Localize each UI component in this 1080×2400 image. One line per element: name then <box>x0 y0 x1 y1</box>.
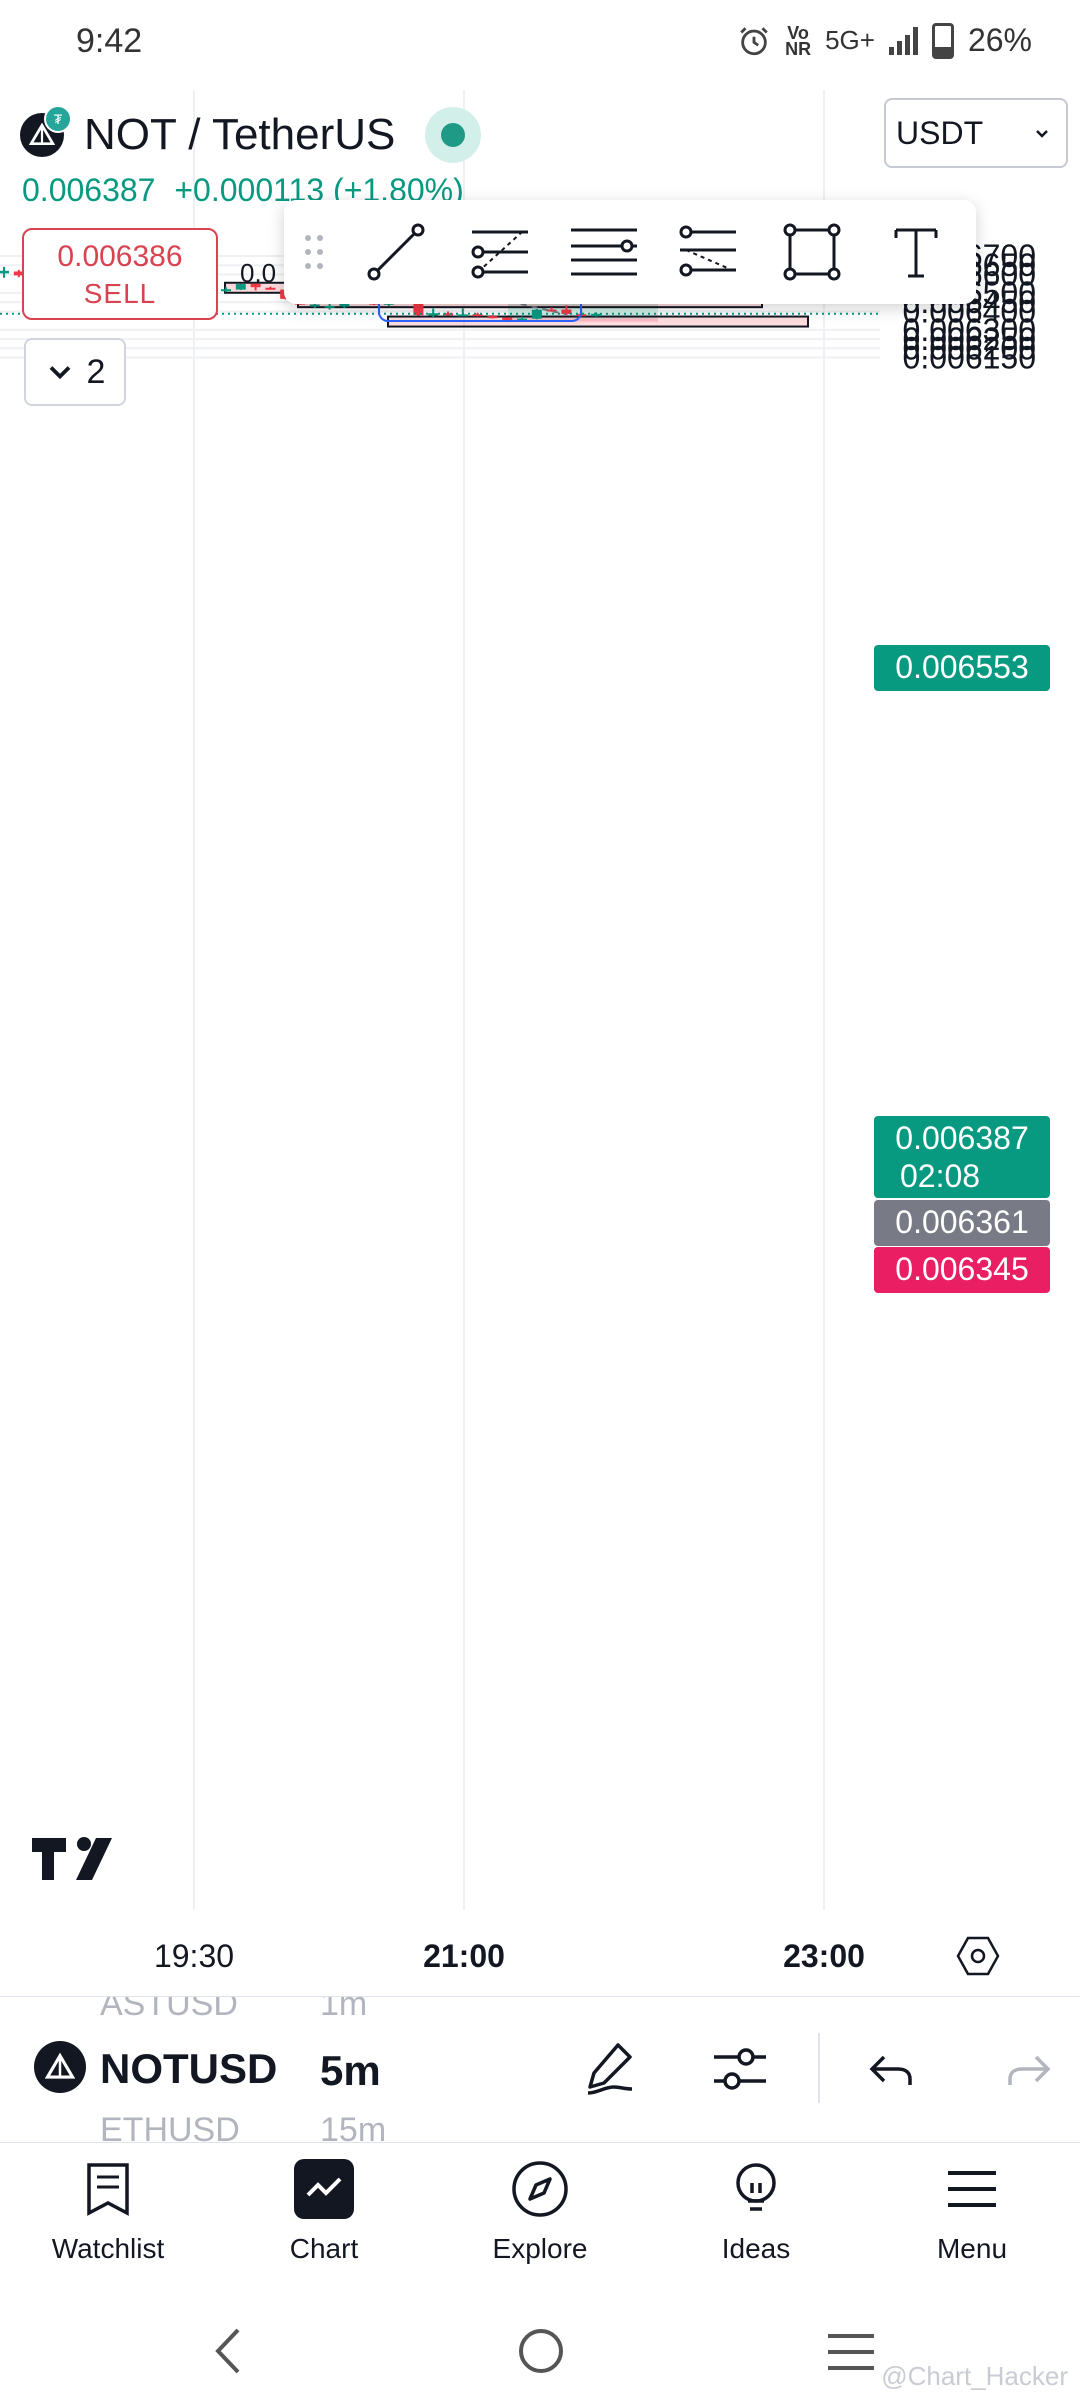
fib-retracement-icon <box>471 230 528 279</box>
hamburger-icon <box>942 2159 1002 2219</box>
watchlist-icon <box>78 2159 138 2219</box>
symbol-logo-icon <box>34 2041 86 2093</box>
collapse-count: 2 <box>86 352 106 391</box>
currency-value: USDT <box>896 114 984 151</box>
nav-label: Chart <box>289 2233 359 2264</box>
interval-wheel-next[interactable]: 15m <box>320 2111 386 2143</box>
nav-explore[interactable]: Explore <box>440 2159 640 2265</box>
grid-lines <box>0 90 880 1910</box>
horizontal-lines-icon <box>571 228 637 276</box>
trend-line-icon <box>367 223 425 281</box>
signal-icon <box>888 26 918 55</box>
horizontal-lines-tool[interactable] <box>552 200 656 304</box>
stop-price-tag-text: 0.006345 <box>895 1251 1028 1287</box>
sell-price: 0.006386 <box>57 240 183 273</box>
redo-icon[interactable] <box>1000 2041 1056 2097</box>
nav-label: Menu <box>936 2233 1008 2264</box>
time-axis[interactable]: 19:30 21:00 23:00 <box>0 1910 1080 2000</box>
watermark: @Chart_Hacker <box>881 2361 1068 2391</box>
interval-wheel-prev[interactable]: 1m <box>320 1997 367 2024</box>
nav-chart[interactable]: Chart <box>224 2159 424 2265</box>
nav-label: Ideas <box>721 2233 791 2264</box>
nav-ideas[interactable]: Ideas <box>656 2159 856 2265</box>
chart-bottom-toolbar: ASTUSD 1m NOTUSD 5m ETHUSD 15m <box>0 1996 1080 2143</box>
battery-icon <box>931 22 954 59</box>
sell-button[interactable]: 0.006386 SELL <box>22 228 218 320</box>
chevron-down-icon <box>49 366 70 380</box>
lightbulb-icon <box>726 2159 786 2219</box>
symbol-name[interactable]: NOT / TetherUS <box>84 110 395 160</box>
undo-icon[interactable] <box>864 2041 920 2097</box>
logo-part <box>32 1838 66 1880</box>
symbol-header[interactable]: ₮ NOT / TetherUS <box>20 100 482 170</box>
time-label: 21:00 <box>423 1938 505 1974</box>
market-open-indicator[interactable] <box>425 107 482 163</box>
nav-watchlist[interactable]: Watchlist <box>8 2159 208 2265</box>
pen-icon[interactable] <box>578 2037 642 2101</box>
time-label: 19:30 <box>153 1938 235 1974</box>
text-tool[interactable] <box>864 200 968 304</box>
stop-price-tag: 0.006345 <box>874 1247 1050 1293</box>
network-type: 5G+ <box>825 25 875 55</box>
interval-selector[interactable]: 5m <box>320 2047 381 2095</box>
candle-body <box>0 270 9 274</box>
alarm-icon <box>740 26 768 55</box>
volte-tag: Vo NR <box>785 22 812 59</box>
logo-part <box>77 1837 91 1851</box>
trend-line-tool[interactable] <box>344 200 448 304</box>
chevron-down-icon <box>1036 130 1048 138</box>
drawing-toolbar <box>284 200 976 304</box>
symbol-wheel-next[interactable]: ETHUSD <box>100 2111 240 2143</box>
last-price: 0.006387 <box>22 172 156 208</box>
candle-body <box>221 289 231 292</box>
tether-badge-icon: ₮ <box>44 105 72 133</box>
chart-icon <box>294 2159 354 2219</box>
system-nav-bar: @Chart_Hacker <box>0 2302 1080 2400</box>
tradingview-logo-icon <box>32 1837 112 1880</box>
current-price-tag-text: 0.006387 <box>895 1120 1028 1156</box>
entry-price-tag-text: 0.006361 <box>895 1204 1028 1240</box>
symbol-selector[interactable]: NOTUSD <box>100 2045 277 2093</box>
candle-body <box>324 305 335 308</box>
rectangle-tool[interactable] <box>760 200 864 304</box>
chart-settings-icon[interactable] <box>956 1934 1000 1978</box>
nav-label: Watchlist <box>51 2233 165 2264</box>
buy-price-peek: 0.0 <box>240 258 277 288</box>
sell-label: SELL <box>83 278 157 309</box>
currency-select[interactable]: USDT <box>884 98 1068 168</box>
status-time: 9:42 <box>76 22 143 60</box>
pitchfork-icon <box>679 225 736 277</box>
pitchfork-tool[interactable] <box>656 200 760 304</box>
entry-price-tag: 0.006361 <box>874 1200 1050 1246</box>
symbol-logo-icon: ₮ <box>20 105 72 157</box>
toolbar-divider <box>818 2033 820 2103</box>
text-icon <box>894 228 938 278</box>
time-label: 23:00 <box>783 1938 865 1974</box>
compass-icon <box>510 2159 570 2219</box>
current-price-tag: 0.00638702:08 <box>874 1116 1050 1198</box>
price-axis-label: 0.006150 <box>903 340 1036 376</box>
candle-body <box>309 304 320 307</box>
fib-retracement-tool[interactable] <box>448 200 552 304</box>
bottom-nav: Watchlist Chart Explore Ideas Menu <box>0 2142 1080 2303</box>
status-icons: Vo NR 5G+ 26% <box>737 22 1032 59</box>
rectangle-icon <box>783 223 841 281</box>
target-price-tag: 0.006553 <box>874 645 1050 691</box>
nav-menu[interactable]: Menu <box>872 2159 1072 2265</box>
countdown-text: 02:08 <box>900 1158 980 1194</box>
symbol-wheel-prev[interactable]: ASTUSD <box>100 1997 238 2024</box>
back-icon[interactable] <box>208 2326 248 2376</box>
candle-body <box>591 313 601 317</box>
collapse-panels-button[interactable]: 2 <box>24 338 126 406</box>
battery-percent: 26% <box>967 22 1032 58</box>
recents-icon[interactable] <box>826 2330 876 2374</box>
status-bar: 9:42 Vo NR 5G+ 26% <box>0 0 1080 90</box>
nav-label: Explore <box>492 2233 588 2264</box>
indicators-icon[interactable] <box>708 2037 772 2101</box>
drag-handle-icon[interactable] <box>284 200 344 304</box>
home-icon[interactable] <box>516 2326 566 2376</box>
price-chart[interactable]: 0.0067000.0066500.0066000.0065000.006450… <box>0 90 1080 1995</box>
target-price-tag-text: 0.006553 <box>895 649 1028 685</box>
